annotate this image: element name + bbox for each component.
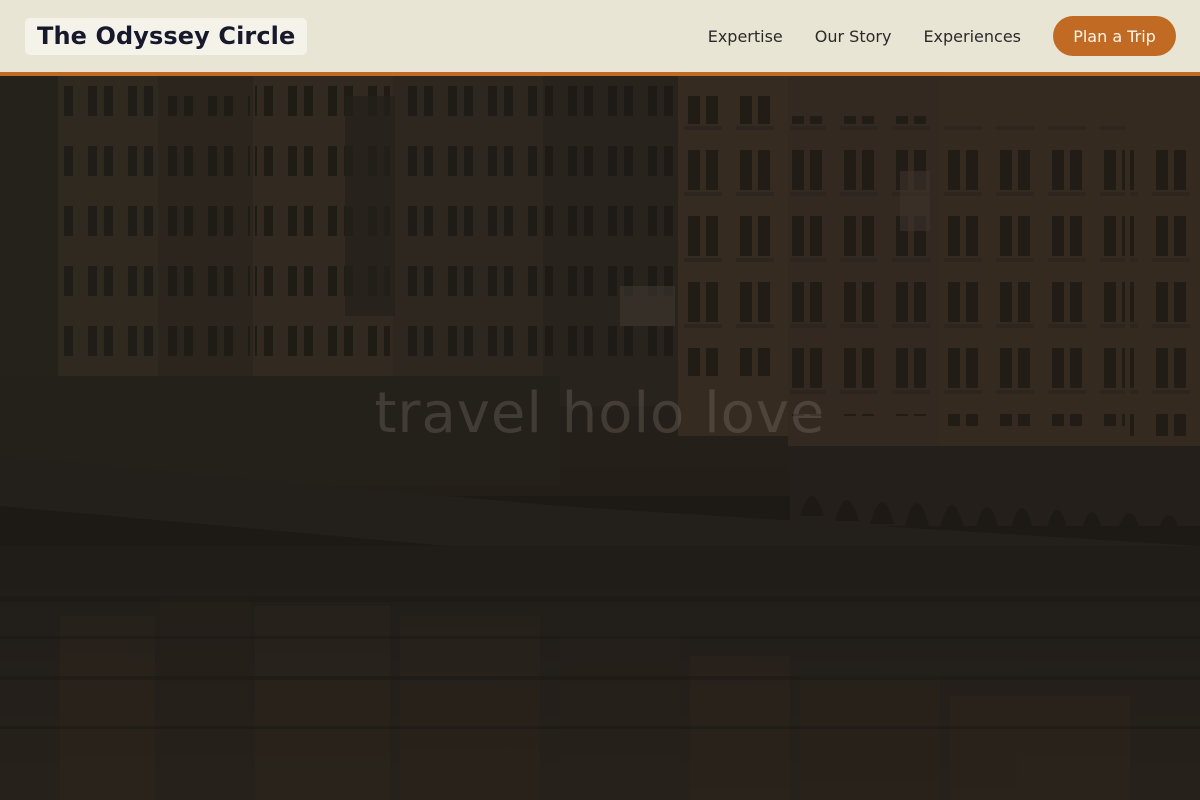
hero-tagline: travel holo love xyxy=(374,381,826,446)
site-header: The Odyssey Circle Expertise Our Story E… xyxy=(0,0,1200,76)
brand-name: The Odyssey Circle xyxy=(37,21,296,50)
nav-link-our-story[interactable]: Our Story xyxy=(815,27,892,46)
nav-link-experiences[interactable]: Experiences xyxy=(923,27,1021,46)
nav-link-expertise[interactable]: Expertise xyxy=(708,27,783,46)
page: The Odyssey Circle Expertise Our Story E… xyxy=(0,0,1200,800)
hero-section: travel holo love xyxy=(0,76,1200,800)
plan-a-trip-button[interactable]: Plan a Trip xyxy=(1053,16,1176,56)
main-nav: Expertise Our Story Experiences Plan a T… xyxy=(708,16,1176,56)
brand-logo[interactable]: The Odyssey Circle xyxy=(25,17,308,55)
